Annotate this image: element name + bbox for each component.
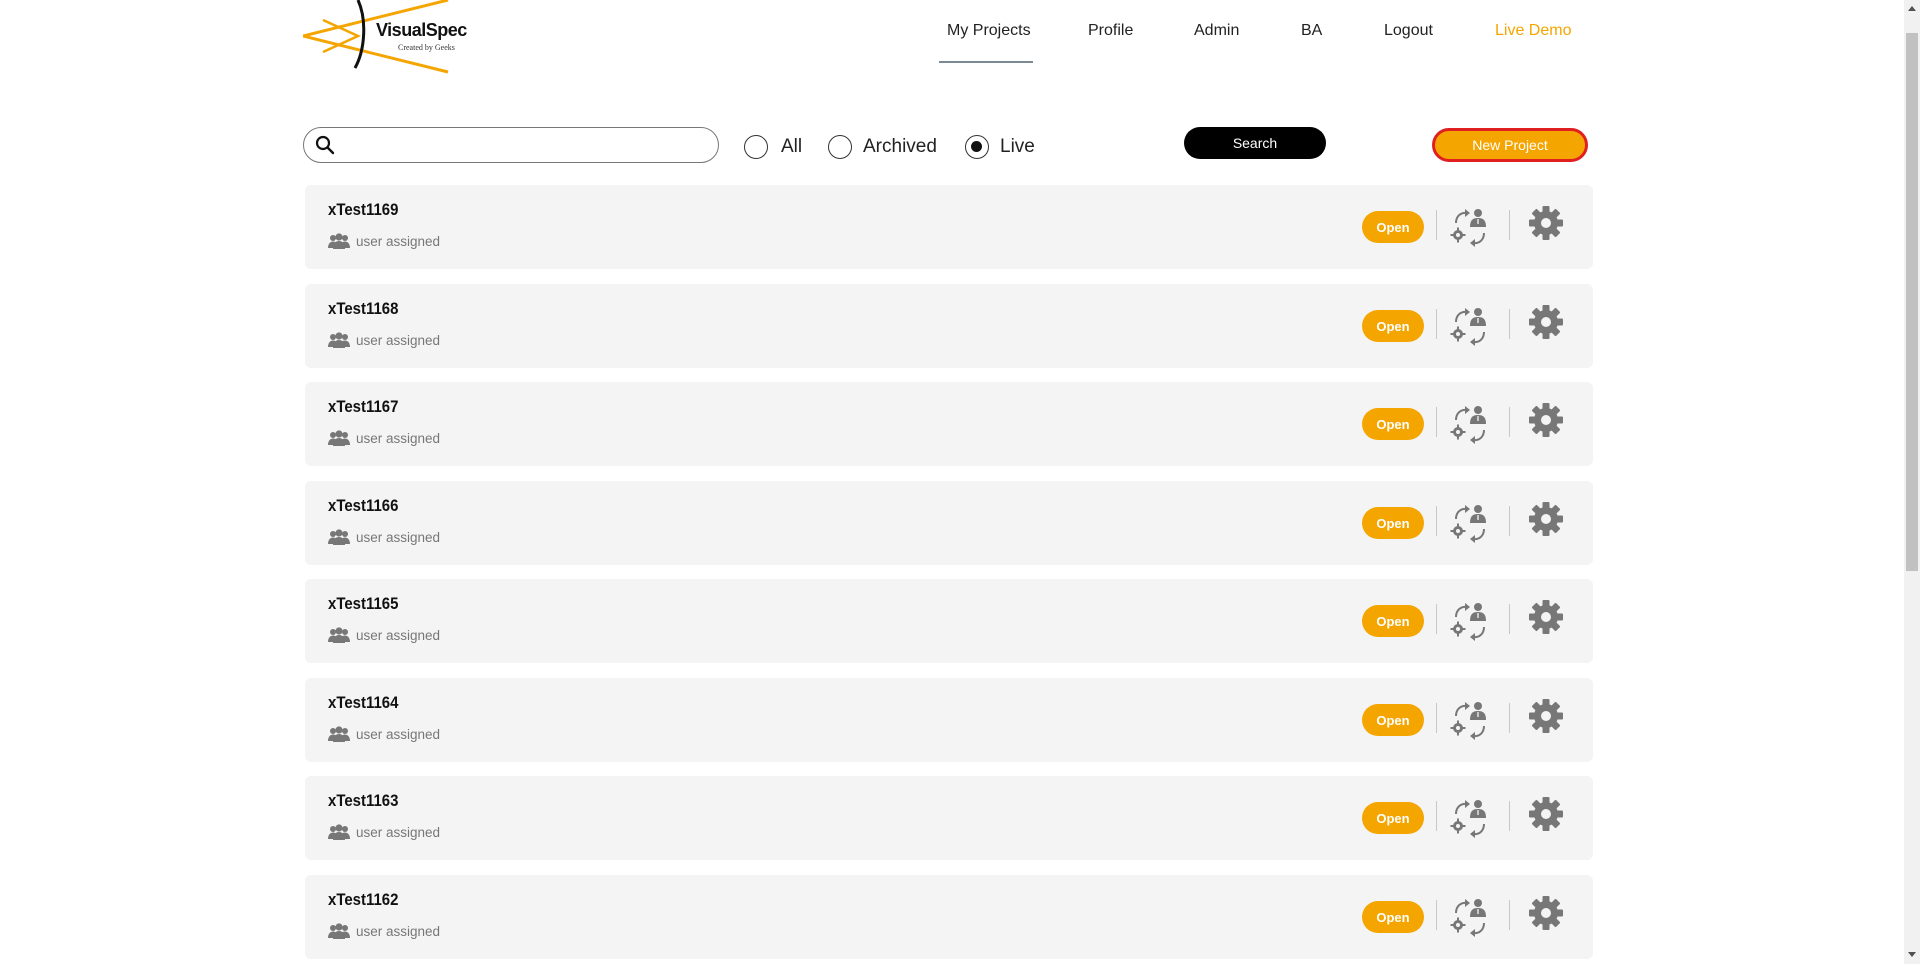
- assigned-label: user assigned: [356, 431, 441, 446]
- project-row: xTest1163 user assigned Open: [305, 776, 1593, 860]
- gear-icon[interactable]: [1527, 500, 1565, 538]
- filter-live-label[interactable]: Live: [1000, 136, 1035, 158]
- project-row: xTest1162 user assigned Open: [305, 875, 1593, 959]
- project-name[interactable]: xTest1165: [328, 594, 398, 614]
- divider: [1509, 801, 1510, 831]
- gear-icon[interactable]: [1527, 401, 1565, 439]
- scroll-up-arrow[interactable]: [1908, 6, 1916, 11]
- open-project-button[interactable]: Open: [1362, 605, 1424, 637]
- assigned-label: user assigned: [356, 825, 441, 840]
- assigned-label: user assigned: [356, 727, 441, 742]
- search-input[interactable]: [344, 132, 708, 160]
- assigned-label: user assigned: [356, 234, 441, 249]
- open-project-button[interactable]: Open: [1362, 310, 1424, 342]
- search-icon: [315, 135, 335, 155]
- users-icon: [328, 233, 350, 249]
- project-name[interactable]: xTest1167: [328, 397, 398, 417]
- divider: [1436, 703, 1437, 733]
- project-name[interactable]: xTest1164: [328, 693, 398, 713]
- users-icon: [328, 529, 350, 545]
- open-project-button[interactable]: Open: [1362, 704, 1424, 736]
- project-name[interactable]: xTest1169: [328, 200, 398, 220]
- divider: [1436, 900, 1437, 930]
- divider: [1509, 506, 1510, 536]
- gear-icon[interactable]: [1527, 697, 1565, 735]
- gear-icon[interactable]: [1527, 894, 1565, 932]
- nav-profile[interactable]: Profile: [1088, 22, 1133, 40]
- assigned-label: user assigned: [356, 924, 441, 939]
- divider: [1436, 506, 1437, 536]
- divider: [1509, 309, 1510, 339]
- radio-selected-dot: [971, 141, 982, 152]
- project-row: xTest1167 user assigned Open: [305, 382, 1593, 466]
- gear-icon[interactable]: [1527, 795, 1565, 833]
- assign-user-icon[interactable]: [1450, 306, 1490, 346]
- users-icon: [328, 332, 350, 348]
- divider: [1436, 309, 1437, 339]
- users-icon: [328, 430, 350, 446]
- gear-icon[interactable]: [1527, 204, 1565, 242]
- project-row: xTest1168 user assigned Open: [305, 284, 1593, 368]
- open-project-button[interactable]: Open: [1362, 211, 1424, 243]
- assign-user-icon[interactable]: [1450, 503, 1490, 543]
- open-project-button[interactable]: Open: [1362, 901, 1424, 933]
- new-project-button[interactable]: New Project: [1432, 128, 1588, 162]
- project-row: xTest1164 user assigned Open: [305, 678, 1593, 762]
- project-name[interactable]: xTest1162: [328, 890, 398, 910]
- brand-tagline: Created by Geeks: [398, 43, 455, 52]
- filter-archived-label[interactable]: Archived: [863, 136, 937, 158]
- users-icon: [328, 923, 350, 939]
- nav-live-demo[interactable]: Live Demo: [1495, 22, 1571, 40]
- project-row: xTest1165 user assigned Open: [305, 579, 1593, 663]
- divider: [1509, 604, 1510, 634]
- divider: [1509, 703, 1510, 733]
- assign-user-icon[interactable]: [1450, 897, 1490, 937]
- filter-all-label[interactable]: All: [781, 136, 802, 158]
- assign-user-icon[interactable]: [1450, 404, 1490, 444]
- project-name[interactable]: xTest1166: [328, 496, 398, 516]
- users-icon: [328, 627, 350, 643]
- assigned-label: user assigned: [356, 530, 441, 545]
- scrollbar-thumb[interactable]: [1906, 33, 1918, 571]
- divider: [1436, 604, 1437, 634]
- assign-user-icon[interactable]: [1450, 700, 1490, 740]
- filter-live-radio[interactable]: [965, 135, 989, 159]
- assign-user-icon[interactable]: [1450, 207, 1490, 247]
- nav-ba[interactable]: BA: [1301, 22, 1322, 40]
- project-row: xTest1166 user assigned Open: [305, 481, 1593, 565]
- users-icon: [328, 726, 350, 742]
- assigned-label: user assigned: [356, 333, 441, 348]
- divider: [1436, 210, 1437, 240]
- divider: [1436, 407, 1437, 437]
- divider: [1509, 210, 1510, 240]
- project-row: xTest1169 user assigned Open: [305, 185, 1593, 269]
- nav-admin[interactable]: Admin: [1194, 22, 1239, 40]
- filter-all-radio[interactable]: [744, 135, 768, 159]
- nav-active-indicator: [939, 61, 1033, 63]
- users-icon: [328, 824, 350, 840]
- nav-logout[interactable]: Logout: [1384, 22, 1433, 40]
- open-project-button[interactable]: Open: [1362, 802, 1424, 834]
- open-project-button[interactable]: Open: [1362, 507, 1424, 539]
- scroll-down-arrow[interactable]: [1908, 952, 1916, 957]
- filter-archived-radio[interactable]: [828, 135, 852, 159]
- gear-icon[interactable]: [1527, 303, 1565, 341]
- assign-user-icon[interactable]: [1450, 601, 1490, 641]
- project-name[interactable]: xTest1163: [328, 791, 398, 811]
- search-button[interactable]: Search: [1184, 127, 1326, 159]
- project-name[interactable]: xTest1168: [328, 299, 398, 319]
- open-project-button[interactable]: Open: [1362, 408, 1424, 440]
- gear-icon[interactable]: [1527, 598, 1565, 636]
- assigned-label: user assigned: [356, 628, 441, 643]
- search-box: [303, 127, 719, 163]
- divider: [1509, 407, 1510, 437]
- brand-name: VisualSpec: [376, 20, 467, 40]
- divider: [1509, 900, 1510, 930]
- divider: [1436, 801, 1437, 831]
- nav-my-projects[interactable]: My Projects: [947, 22, 1031, 40]
- assign-user-icon[interactable]: [1450, 798, 1490, 838]
- brand-logo[interactable]: VisualSpec Created by Geeks: [303, 0, 467, 75]
